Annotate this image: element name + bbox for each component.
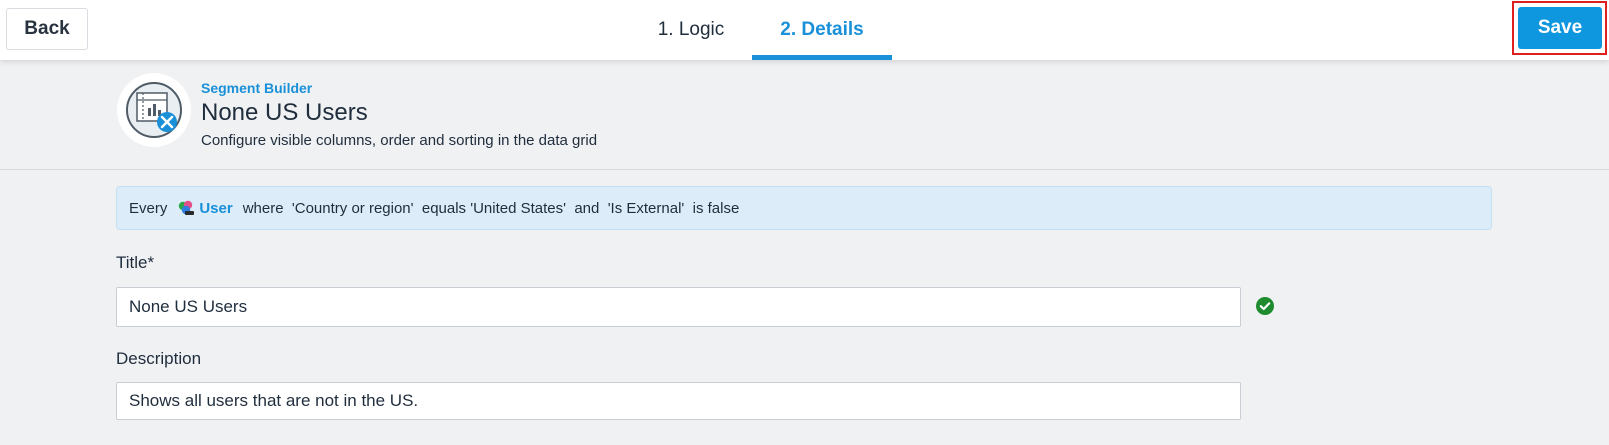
page-header: Segment Builder None US Users Configure …	[0, 60, 1609, 170]
rule-condition: where 'Country or region' equals 'United…	[242, 199, 740, 217]
page-title: None US Users	[201, 99, 368, 126]
breadcrumb: Segment Builder	[201, 80, 313, 96]
page-subtitle: Configure visible columns, order and sor…	[201, 132, 598, 149]
tab-logic[interactable]: 1. Logic	[630, 0, 752, 60]
description-label: Description	[116, 349, 202, 368]
back-button[interactable]: Back	[6, 8, 88, 50]
rule-prefix: Every	[129, 199, 168, 217]
title-input[interactable]: None US Users	[116, 287, 1241, 327]
user-entity-icon	[177, 200, 195, 216]
entity-link-user[interactable]: User	[199, 200, 232, 217]
segment-rule-banner: Every User where 'Country or region' equ…	[116, 186, 1492, 230]
segment-builder-icon	[117, 73, 191, 147]
top-toolbar: Back 1. Logic 2. Details Save	[0, 0, 1609, 60]
description-input[interactable]: Shows all users that are not in the US.	[116, 382, 1241, 420]
valid-check-icon	[1256, 297, 1274, 315]
save-button[interactable]: Save	[1518, 7, 1602, 49]
title-label: Title*	[116, 253, 155, 272]
tab-details[interactable]: 2. Details	[752, 0, 892, 60]
